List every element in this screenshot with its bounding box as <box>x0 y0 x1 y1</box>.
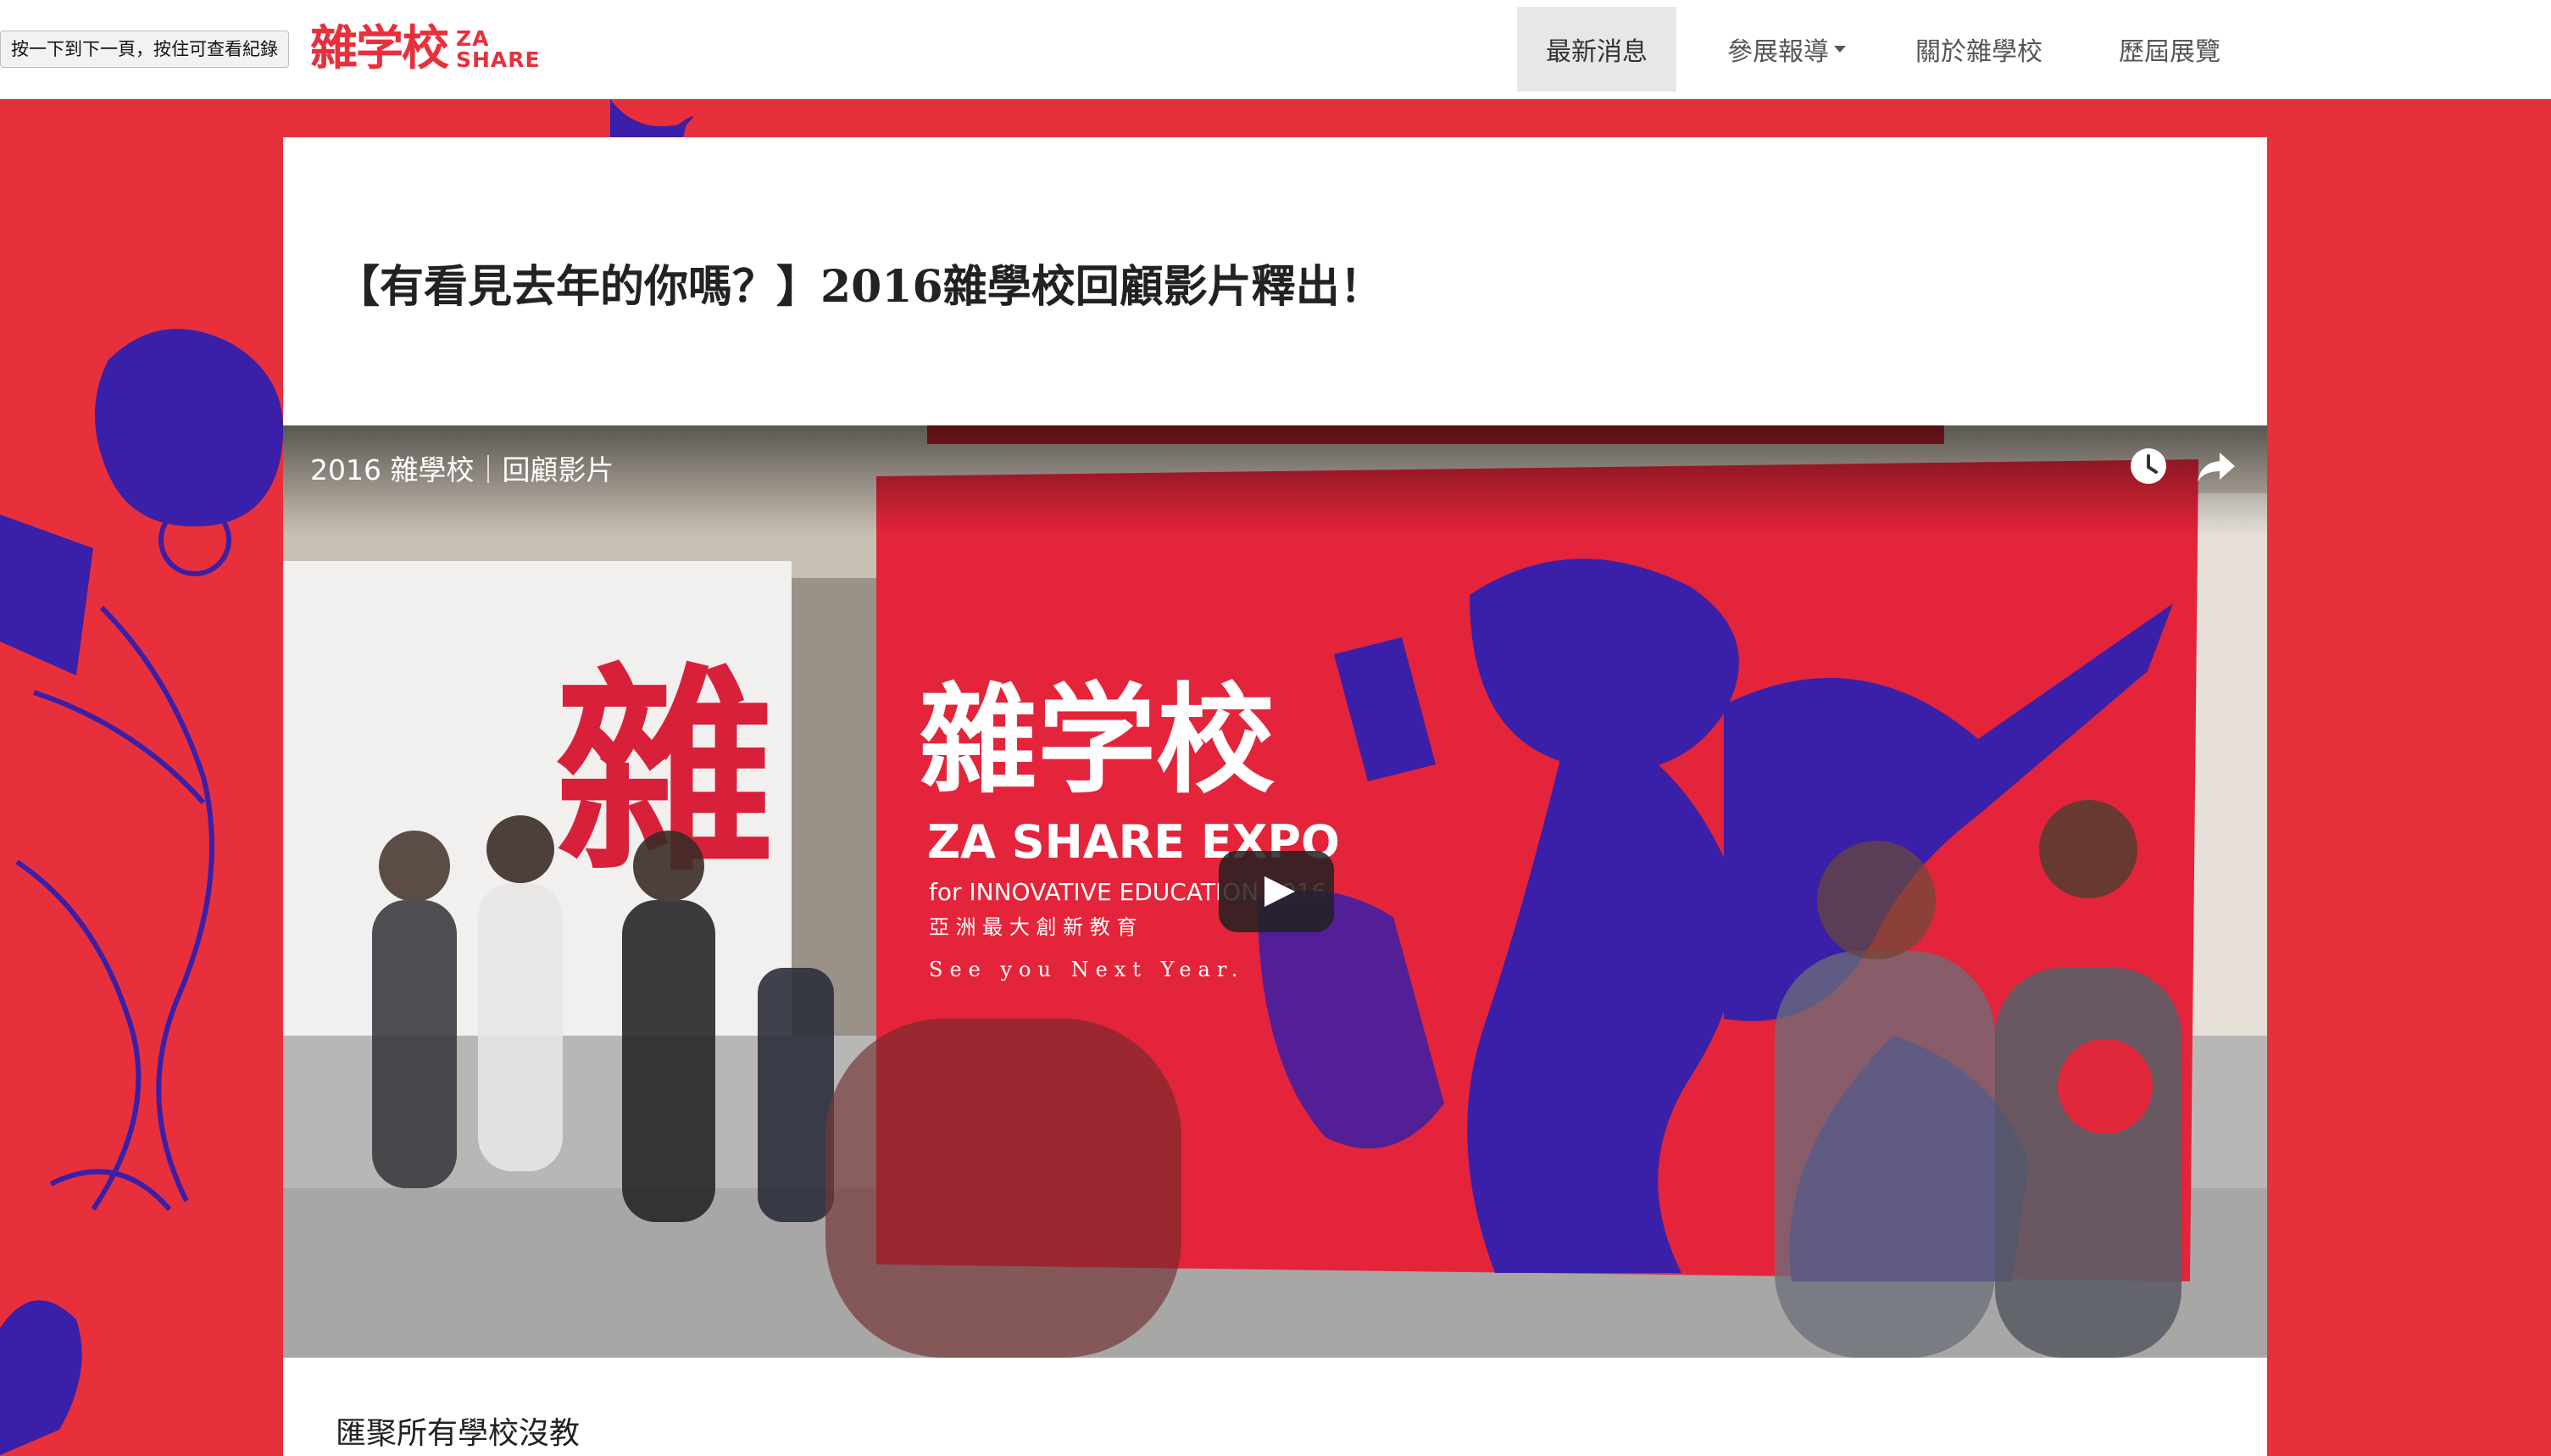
article-body-text: 匯聚所有學校沒教 <box>336 1416 581 1451</box>
article-title: 【有看見去年的你嗎？】2016雜學校回顧影片釋出！ <box>336 261 1384 313</box>
back-button-tooltip: 按一下到下一頁，按住可查看紀錄 <box>0 31 289 68</box>
logo-en-line1: ZA <box>456 26 490 51</box>
video-player[interactable]: 雜 雜学校 ZA SHARE EXPO for INNOVATIVE EDUCA… <box>283 425 2267 1358</box>
video-title[interactable]: 2016 雜學校｜回顧影片 <box>310 447 614 488</box>
site-logo[interactable]: 雜学校 ZA SHARE <box>310 15 541 83</box>
nav-item-news[interactable]: 最新消息 <box>1517 7 1676 92</box>
logo-chinese: 雜学校 <box>310 21 449 76</box>
nav-item-label: 參展報導 <box>1727 37 1829 67</box>
caret-down-icon <box>1834 46 1846 53</box>
logo-english: ZA SHARE <box>456 28 541 70</box>
banner-cn: 亞 洲 最 大 創 新 教 育 <box>929 915 1137 939</box>
banner-title: 雜学校 <box>919 672 1275 810</box>
nav-item-past-expos[interactable]: 歷屆展覽 <box>2093 7 2246 92</box>
play-icon <box>1264 876 1295 907</box>
logo-en-line2: SHARE <box>456 47 541 72</box>
nav-item-reports[interactable]: 參展報導 <box>1698 7 1876 92</box>
top-navbar: 按一下到下一頁，按住可查看紀錄 雜学校 ZA SHARE 最新消息 參展報導 關… <box>0 0 2551 99</box>
nav-item-label: 最新消息 <box>1546 37 1648 67</box>
nav-item-label: 關於雜學校 <box>1915 37 2042 67</box>
watch-later-icon[interactable] <box>2126 444 2170 488</box>
article-card: 【有看見去年的你嗎？】2016雜學校回顧影片釋出！ 雜 雜学校 ZA SHARE… <box>283 137 2267 1456</box>
share-icon[interactable] <box>2194 444 2238 488</box>
banner-tagline: See you Next Year. <box>929 958 1244 981</box>
play-button[interactable] <box>1219 851 1334 932</box>
nav-item-about[interactable]: 關於雜學校 <box>1898 7 2059 92</box>
nav-item-label: 歷屆展覽 <box>2119 37 2220 67</box>
